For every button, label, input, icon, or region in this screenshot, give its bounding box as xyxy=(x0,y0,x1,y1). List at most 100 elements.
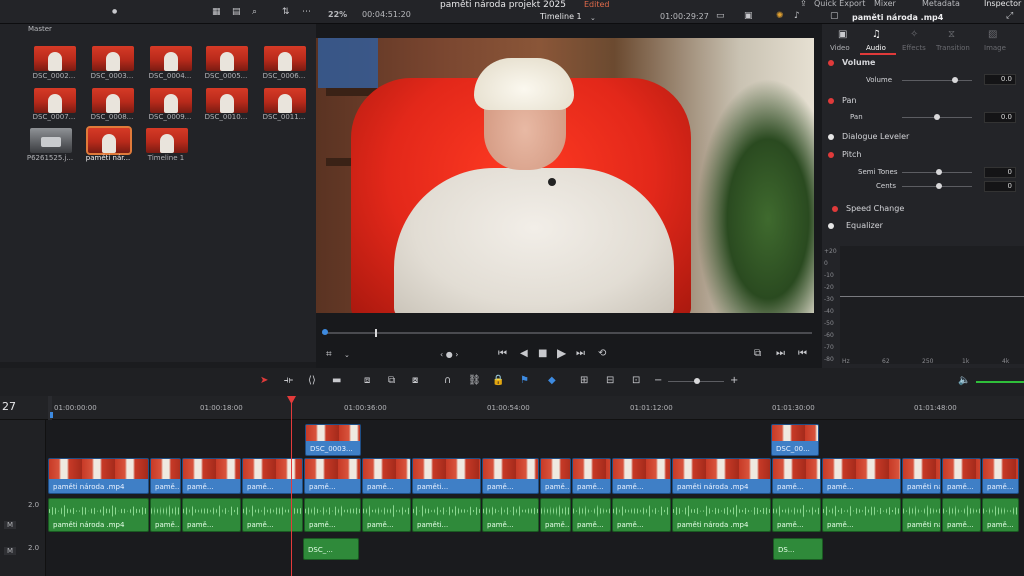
volume-enable-toggle[interactable] xyxy=(828,60,834,66)
effects-tab-icon[interactable]: ✧ xyxy=(910,30,918,40)
more-icon[interactable]: ⋯ xyxy=(302,7,311,17)
clip-thumbnail[interactable] xyxy=(34,88,76,113)
pan-slider-knob[interactable] xyxy=(934,114,940,120)
go-to-start-icon[interactable]: ⏮ xyxy=(498,349,507,359)
video-clip[interactable]: pamě... xyxy=(304,458,361,494)
timeline-selector[interactable]: Timeline 1 xyxy=(540,12,582,21)
insert-clip-icon[interactable]: ⧈ xyxy=(364,376,370,386)
zoom-custom-icon[interactable]: ⊡ xyxy=(632,376,640,386)
tab-transition[interactable]: Transition xyxy=(936,44,970,52)
image-tab-icon[interactable]: ▨ xyxy=(988,30,997,40)
video-frame[interactable] xyxy=(316,38,814,313)
sort-icon[interactable]: ⇅ xyxy=(282,7,290,17)
timeline-in-marker[interactable] xyxy=(50,412,53,418)
volume-value-field[interactable]: 0.0 xyxy=(984,74,1016,85)
equalizer-graph[interactable] xyxy=(840,246,1024,364)
tab-video[interactable]: Video xyxy=(830,44,850,52)
master-volume-slider[interactable] xyxy=(976,381,1024,383)
overlay-video-clip[interactable]: DSC_00... xyxy=(771,424,819,456)
viewer-zoom[interactable]: 22% xyxy=(328,10,347,19)
pan-enable-toggle[interactable] xyxy=(828,98,834,104)
audio-clip[interactable]: pamě... xyxy=(150,498,181,532)
audio-clip[interactable]: pamě... xyxy=(612,498,671,532)
go-to-end-icon[interactable]: ⏭ xyxy=(576,349,585,359)
video-clip[interactable]: pamě... xyxy=(572,458,611,494)
cents-value-field[interactable]: 0 xyxy=(984,181,1016,192)
video-clip[interactable]: paměti národa .mp4 xyxy=(902,458,941,494)
dialogue-leveler-title[interactable]: Dialogue Leveler xyxy=(842,132,1024,141)
metadata-button[interactable]: Metadata xyxy=(922,0,960,8)
link-icon[interactable]: ⛓ xyxy=(468,376,481,386)
audio-clip[interactable]: paměti národa .mp4 xyxy=(672,498,771,532)
lower-audio-clip[interactable]: DS... xyxy=(773,538,823,560)
tab-image[interactable]: Image xyxy=(984,44,1006,52)
next-edit-icon[interactable]: ⏭ xyxy=(776,349,785,359)
dialogue-leveler-toggle[interactable] xyxy=(828,134,834,140)
audio-clip[interactable]: pamě... xyxy=(362,498,411,532)
video-clip[interactable]: pamě... xyxy=(482,458,539,494)
speed-change-title[interactable]: Speed Change xyxy=(846,204,1024,213)
expand-icon[interactable]: ⤢ xyxy=(1006,11,1013,21)
clip-thumbnail[interactable] xyxy=(150,88,192,113)
video-clip[interactable]: pamě... xyxy=(150,458,181,494)
pitch-section-title[interactable]: Pitch xyxy=(842,150,1024,159)
video-clip[interactable]: pamě... xyxy=(822,458,901,494)
audio-track-level[interactable]: 2.0 xyxy=(28,544,39,552)
audio-clip[interactable]: pamě... xyxy=(982,498,1019,532)
pitch-enable-toggle[interactable] xyxy=(828,152,834,158)
timeline-ruler[interactable]: 27 01:00:00:00 01:00:18:00 01:00:36:00 0… xyxy=(0,396,1024,420)
clip-thumbnail[interactable] xyxy=(150,46,192,71)
audio-clip[interactable]: paměti národa .mp4 xyxy=(902,498,941,532)
video-clip[interactable]: pamě... xyxy=(772,458,821,494)
semi-tones-value-field[interactable]: 0 xyxy=(984,167,1016,178)
clip-thumbnail[interactable] xyxy=(92,88,134,113)
pan-section-title[interactable]: Pan xyxy=(842,96,1024,105)
selected-clip-thumbnail[interactable] xyxy=(86,126,132,155)
zoom-full-icon[interactable]: ⊞ xyxy=(580,376,588,386)
chevron-down-icon[interactable]: ⌄ xyxy=(344,350,350,360)
volume-slider-knob[interactable] xyxy=(952,77,958,83)
mixer-button[interactable]: Mixer xyxy=(874,0,896,8)
audio-clip[interactable]: pamě... xyxy=(242,498,303,532)
tab-effects[interactable]: Effects xyxy=(902,44,926,52)
video-clip[interactable]: paměti... xyxy=(412,458,481,494)
video-clip[interactable]: pamě... xyxy=(982,458,1019,494)
lower-audio-clip[interactable]: DSC_... xyxy=(303,538,359,560)
audio-clip[interactable]: pamě... xyxy=(304,498,361,532)
video-clip[interactable]: paměti národa .mp4 xyxy=(672,458,771,494)
zoom-detail-icon[interactable]: ⊟ xyxy=(606,376,614,386)
stop-icon[interactable]: ■ xyxy=(538,349,547,359)
semi-tones-knob[interactable] xyxy=(936,169,942,175)
equalizer-toggle[interactable] xyxy=(828,223,834,229)
export-icon[interactable]: ⇪ xyxy=(800,0,807,9)
speed-change-toggle[interactable] xyxy=(832,206,838,212)
timeline-thumbnail[interactable] xyxy=(146,128,188,153)
mute-button[interactable]: M xyxy=(4,521,17,529)
mute-button[interactable]: M xyxy=(4,547,17,555)
viewer-mode-icon[interactable]: ▭ xyxy=(716,11,725,21)
video-clip[interactable]: paměti národa .mp4 xyxy=(48,458,149,494)
zoom-out-icon[interactable]: − xyxy=(654,376,662,386)
play-reverse-icon[interactable]: ◀ xyxy=(520,349,528,359)
zoom-in-icon[interactable]: + xyxy=(730,376,738,386)
audio-clip[interactable]: pamě... xyxy=(540,498,571,532)
playhead-line[interactable] xyxy=(291,403,292,576)
trim-tool-icon[interactable]: ⟛ xyxy=(284,376,293,386)
grid-view-icon[interactable]: ▦ xyxy=(212,7,221,17)
audio-clip[interactable]: pamě... xyxy=(772,498,821,532)
video-tab-icon[interactable]: ▣ xyxy=(838,30,847,40)
equalizer-title[interactable]: Equalizer xyxy=(846,221,1024,230)
audio-clip[interactable]: pamě... xyxy=(572,498,611,532)
audio-track-level[interactable]: 2.0 xyxy=(28,501,39,509)
viewer-scrubber[interactable] xyxy=(322,332,812,334)
play-icon[interactable]: ▶ xyxy=(557,347,566,359)
viewer-options-icon[interactable]: ⌗ xyxy=(326,350,332,360)
clip-thumbnail[interactable] xyxy=(264,88,306,113)
list-view-icon[interactable]: ▤ xyxy=(232,7,241,17)
snapping-icon[interactable]: ∩ xyxy=(444,376,451,386)
video-clip[interactable]: pamě... xyxy=(362,458,411,494)
quick-export-button[interactable]: Quick Export xyxy=(814,0,865,8)
audio-icon[interactable]: ♪ xyxy=(794,11,800,21)
jog-icon[interactable]: ‹ ● › xyxy=(440,350,458,360)
marker-icon[interactable]: ◆ xyxy=(548,376,556,386)
